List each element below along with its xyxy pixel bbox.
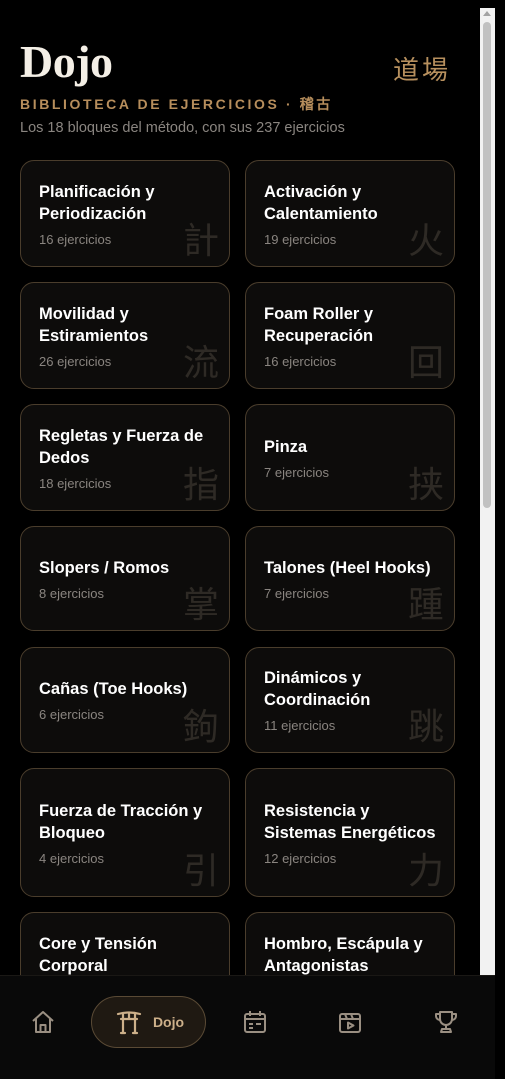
block-name: Planificación y Periodización: [39, 182, 155, 223]
block-glyph: 力: [407, 851, 444, 892]
torii-icon: [116, 1011, 142, 1035]
scrollbar-thumb[interactable]: [483, 22, 491, 508]
block-glyph: 指: [182, 465, 219, 506]
block-name: Fuerza de Tracción y Bloqueo: [39, 801, 203, 842]
bottom-nav: Dojo: [0, 975, 495, 1079]
header-kanji: 道場: [392, 56, 451, 86]
block-card[interactable]: Cañas (Toe Hooks) 6 ejercicios 鉤: [20, 647, 230, 753]
block-glyph: 挟: [407, 465, 444, 506]
scroll-up-arrow[interactable]: [483, 11, 491, 16]
block-card[interactable]: Planificación y Periodización 16 ejercici…: [20, 160, 230, 267]
nav-trophy[interactable]: [425, 996, 467, 1048]
block-name: Pinza: [264, 437, 308, 456]
block-name: Regletas y Fuerza de Dedos: [39, 426, 204, 467]
block-card[interactable]: Slopers / Romos 8 ejercicios 掌: [20, 526, 230, 631]
trophy-icon: [435, 1011, 457, 1033]
nav-dojo-label: Dojo: [152, 1014, 185, 1030]
block-name: Talones (Heel Hooks): [264, 558, 431, 577]
block-card[interactable]: Hombro, Escápula y Antagonistas: [245, 912, 455, 975]
block-glyph: 回: [407, 343, 444, 384]
block-name: Cañas (Toe Hooks): [39, 680, 188, 698]
block-name: Resistencia y Sistemas Energéticos: [264, 801, 436, 842]
scrollbar[interactable]: [480, 8, 495, 975]
calendar-icon: [244, 1011, 266, 1033]
block-card[interactable]: Talones (Heel Hooks) 7 ejercicios 踵: [245, 526, 455, 631]
nav-calendar[interactable]: [234, 996, 276, 1048]
block-name: Dinámicos y Coordinación: [264, 669, 371, 709]
nav-home[interactable]: [22, 996, 64, 1048]
nav-dojo[interactable]: Dojo: [91, 996, 206, 1048]
block-card[interactable]: Regletas y Fuerza de Dedos 18 ejercicios …: [20, 404, 230, 511]
page-subtitle: BIBLIOTECA DE EJERCICIOS · 稽古: [20, 96, 333, 112]
block-glyph: 火: [407, 221, 444, 262]
block-glyph: 引: [182, 851, 219, 892]
block-card[interactable]: Movilidad y Estiramientos 26 ejercicios 流: [20, 282, 230, 389]
block-glyph: 計: [182, 221, 219, 262]
block-name: Hombro, Escápula y Antagonistas: [264, 935, 423, 975]
page-header: Dojo 道場 BIBLIOTECA DE EJERCICIOS · 稽古 Lo…: [20, 36, 455, 136]
block-glyph: 掌: [182, 585, 219, 626]
block-name: Slopers / Romos: [39, 558, 170, 577]
block-card[interactable]: Fuerza de Tracción y Bloqueo 4 ejercicios…: [20, 768, 230, 897]
block-glyph: 踵: [407, 585, 444, 626]
block-card[interactable]: Core y Tensión Corporal: [20, 912, 230, 975]
block-name: Movilidad y Estiramientos: [39, 304, 149, 345]
block-glyph: 鉤: [182, 707, 219, 748]
page-title: Dojo: [20, 36, 113, 87]
block-card[interactable]: Pinza 7 ejercicios 挟: [245, 404, 455, 511]
page-description: Los 18 bloques del método, con sus 237 e…: [20, 120, 345, 136]
block-name: Foam Roller y Recuperación: [264, 304, 374, 345]
block-glyph: 流: [182, 343, 219, 384]
block-card[interactable]: Foam Roller y Recuperación 16 ejercicios …: [245, 282, 455, 389]
block-name: Core y Tensión Corporal: [39, 935, 157, 975]
block-card[interactable]: Resistencia y Sistemas Energéticos 12 eje…: [245, 768, 455, 897]
nav-videos[interactable]: [329, 996, 371, 1048]
block-glyph: 跳: [407, 707, 444, 748]
block-card[interactable]: Activación y Calentamiento 19 ejercicios …: [245, 160, 455, 267]
main-scroll-area[interactable]: Dojo 道場 BIBLIOTECA DE EJERCICIOS · 稽古 Lo…: [0, 0, 480, 975]
home-icon: [32, 1011, 54, 1033]
video-icon: [339, 1013, 361, 1033]
block-name: Activación y Calentamiento: [264, 182, 378, 223]
block-card[interactable]: Dinámicos y Coordinación 11 ejercicios 跳: [245, 647, 455, 753]
